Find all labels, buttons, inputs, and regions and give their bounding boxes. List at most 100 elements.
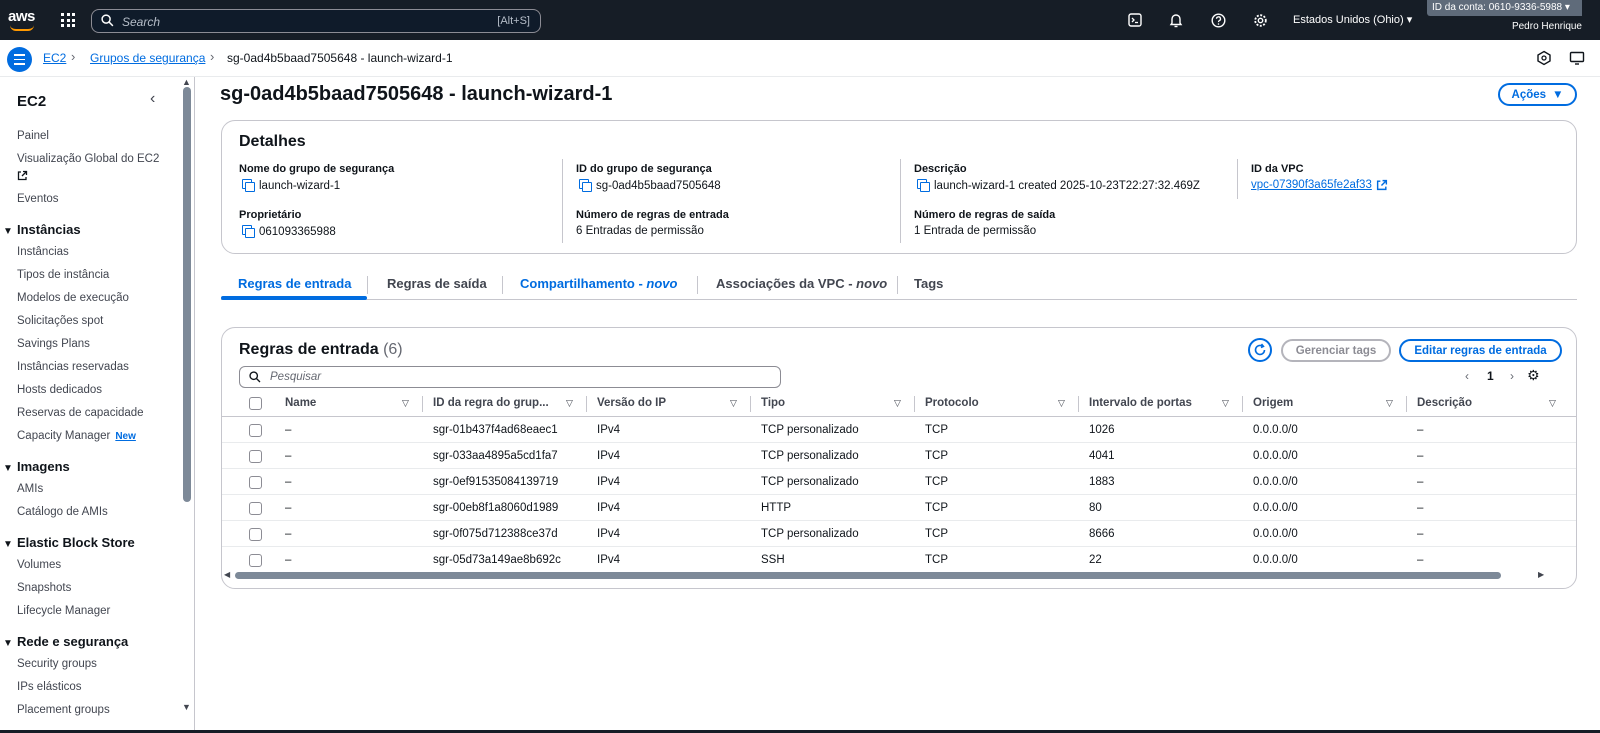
description-value: launch-wizard-1 created 2025-10-23T22:27…	[917, 179, 1200, 192]
previous-page-icon[interactable]: ‹	[1465, 369, 1469, 383]
sidebar-item-painel[interactable]: Painel	[17, 130, 49, 142]
sort-icon[interactable]: ▽	[1222, 398, 1229, 409]
region-selector[interactable]: Estados Unidos (Ohio) ▾	[1293, 13, 1412, 26]
row-checkbox[interactable]	[249, 554, 262, 567]
sidebar-item-eventos[interactable]: Eventos	[17, 193, 59, 205]
cell-type: HTTP	[761, 502, 792, 514]
table-row[interactable]: – sgr-00eb8f1a8060d1989 IPv4 HTTP TCP 80…	[222, 495, 1576, 521]
tab-vpc-associations[interactable]: Associações da VPC - novo	[716, 276, 887, 291]
sidebar-item-placement-groups[interactable]: Placement groups	[17, 704, 110, 716]
sidebar-item-global-view[interactable]: Visualização Global do EC2	[17, 153, 159, 165]
vpc-id-link[interactable]: vpc-07390f3a65fe2af33	[1251, 179, 1388, 191]
sidebar-item-capacity-manager[interactable]: Capacity Manager New	[17, 430, 136, 442]
row-checkbox[interactable]	[249, 502, 262, 515]
breadcrumb-security-groups[interactable]: Grupos de segurança	[90, 51, 205, 65]
scroll-up-icon[interactable]: ▲	[182, 77, 191, 87]
sidebar-section-instancias[interactable]: ▼ Instâncias	[3, 222, 81, 237]
edit-inbound-rules-button[interactable]: Editar regras de entrada	[1399, 339, 1562, 362]
column-header-rule-id[interactable]: ID da regra do grup...	[433, 397, 549, 409]
scroll-right-icon[interactable]: ▶	[1538, 570, 1544, 579]
sort-icon[interactable]: ▽	[1386, 398, 1393, 409]
select-all-checkbox[interactable]	[249, 397, 262, 410]
tab-sharing[interactable]: Compartilhamento - novo	[520, 276, 677, 291]
row-checkbox[interactable]	[249, 424, 262, 437]
sidebar-item-security-groups[interactable]: Security groups	[17, 658, 97, 670]
column-header-name[interactable]: Name	[285, 397, 316, 409]
sort-icon[interactable]: ▽	[402, 398, 409, 409]
search-input[interactable]: Search [Alt+S]	[91, 9, 541, 33]
user-menu[interactable]: Pedro Henrique	[1512, 21, 1582, 32]
sidebar-item-catalogo-amis[interactable]: Catálogo de AMIs	[17, 506, 108, 518]
sidebar-section-imagens[interactable]: ▼ Imagens	[3, 459, 70, 474]
column-header-ip-version[interactable]: Versão do IP	[597, 397, 666, 409]
table-row[interactable]: – sgr-0ef91535084139719 IPv4 TCP persona…	[222, 469, 1576, 495]
copy-icon[interactable]	[242, 225, 255, 238]
table-row[interactable]: – sgr-01b437f4ad68eaec1 IPv4 TCP persona…	[222, 417, 1576, 443]
sidebar-item-lifecycle-manager[interactable]: Lifecycle Manager	[17, 605, 110, 617]
row-checkbox[interactable]	[249, 528, 262, 541]
sidebar-item-instancias[interactable]: Instâncias	[17, 246, 69, 258]
column-header-protocol[interactable]: Protocolo	[925, 397, 979, 409]
scroll-left-icon[interactable]: ◀	[224, 570, 230, 579]
side-nav-toggle-button[interactable]	[7, 47, 32, 72]
tab-tags[interactable]: Tags	[914, 276, 943, 291]
services-grid-icon[interactable]	[61, 13, 75, 27]
cloudshell-icon[interactable]	[1127, 12, 1143, 28]
tab-outbound-rules[interactable]: Regras de saída	[387, 276, 487, 291]
hexagon-info-icon[interactable]	[1536, 50, 1552, 66]
monitor-icon[interactable]	[1569, 50, 1585, 66]
sidebar-item-solicitacoes-spot[interactable]: Solicitações spot	[17, 315, 103, 327]
horizontal-scrollbar[interactable]: ◀ ▶	[222, 569, 1576, 581]
tab-inbound-rules[interactable]: Regras de entrada	[238, 276, 351, 291]
row-checkbox[interactable]	[249, 476, 262, 489]
sort-icon[interactable]: ▽	[894, 398, 901, 409]
search-icon	[101, 14, 114, 27]
help-icon[interactable]	[1210, 12, 1226, 28]
sort-icon[interactable]: ▽	[1058, 398, 1065, 409]
sidebar-item-ips-elasticos[interactable]: IPs elásticos	[17, 681, 82, 693]
column-header-type[interactable]: Tipo	[761, 397, 785, 409]
column-header-description[interactable]: Descrição	[1417, 397, 1472, 409]
account-id-menu[interactable]: ID da conta: 0610-9336-5988 ▾	[1427, 0, 1582, 16]
chevron-right-icon: ›	[71, 49, 76, 64]
sidebar-item-amis[interactable]: AMIs	[17, 483, 43, 495]
copy-icon[interactable]	[917, 179, 930, 192]
actions-button[interactable]: Ações ▼	[1498, 83, 1577, 106]
sort-icon[interactable]: ▽	[1549, 398, 1556, 409]
sidebar-scrollbar[interactable]	[183, 87, 191, 502]
column-header-port-range[interactable]: Intervalo de portas	[1089, 397, 1192, 409]
gear-icon[interactable]	[1252, 12, 1268, 28]
scrollbar-thumb[interactable]	[235, 572, 1501, 579]
sidebar-item-tipos-instancia[interactable]: Tipos de instância	[17, 269, 109, 281]
manage-tags-button[interactable]: Gerenciar tags	[1281, 339, 1391, 362]
sort-icon[interactable]: ▽	[730, 398, 737, 409]
column-header-source[interactable]: Origem	[1253, 397, 1293, 409]
sidebar-section-rede-seguranca[interactable]: ▼ Rede e segurança	[3, 634, 128, 649]
rules-search-input[interactable]: Pesquisar	[239, 366, 781, 388]
sidebar-item-instancias-reservadas[interactable]: Instâncias reservadas	[17, 361, 129, 373]
table-row[interactable]: – sgr-0f075d712388ce37d IPv4 TCP persona…	[222, 521, 1576, 547]
gear-icon[interactable]: ⚙	[1527, 368, 1541, 382]
aws-logo[interactable]: aws	[8, 8, 38, 32]
sort-icon[interactable]: ▽	[566, 398, 573, 409]
table-row[interactable]: – sgr-033aa4895a5cd1fa7 IPv4 TCP persona…	[222, 443, 1576, 469]
breadcrumb-ec2[interactable]: EC2	[43, 51, 66, 65]
sidebar-item-snapshots[interactable]: Snapshots	[17, 582, 71, 594]
chevron-left-icon[interactable]: ‹	[150, 90, 155, 108]
sidebar-item-reservas-capacidade[interactable]: Reservas de capacidade	[17, 407, 144, 419]
copy-icon[interactable]	[579, 179, 592, 192]
cell-protocol: TCP	[925, 502, 948, 514]
sidebar-section-ebs[interactable]: ▼ Elastic Block Store	[3, 535, 135, 550]
next-page-icon[interactable]: ›	[1510, 369, 1514, 383]
page-number[interactable]: 1	[1487, 369, 1494, 383]
cell-ip-version: IPv4	[597, 450, 621, 462]
sidebar-item-hosts-dedicados[interactable]: Hosts dedicados	[17, 384, 102, 396]
bell-icon[interactable]	[1168, 12, 1184, 28]
sidebar-item-volumes[interactable]: Volumes	[17, 559, 61, 571]
refresh-button[interactable]	[1248, 338, 1272, 362]
copy-icon[interactable]	[242, 179, 255, 192]
row-checkbox[interactable]	[249, 450, 262, 463]
scroll-down-icon[interactable]: ▼	[182, 702, 191, 712]
sidebar-item-modelos-execucao[interactable]: Modelos de execução	[17, 292, 129, 304]
sidebar-item-savings-plans[interactable]: Savings Plans	[17, 338, 90, 350]
